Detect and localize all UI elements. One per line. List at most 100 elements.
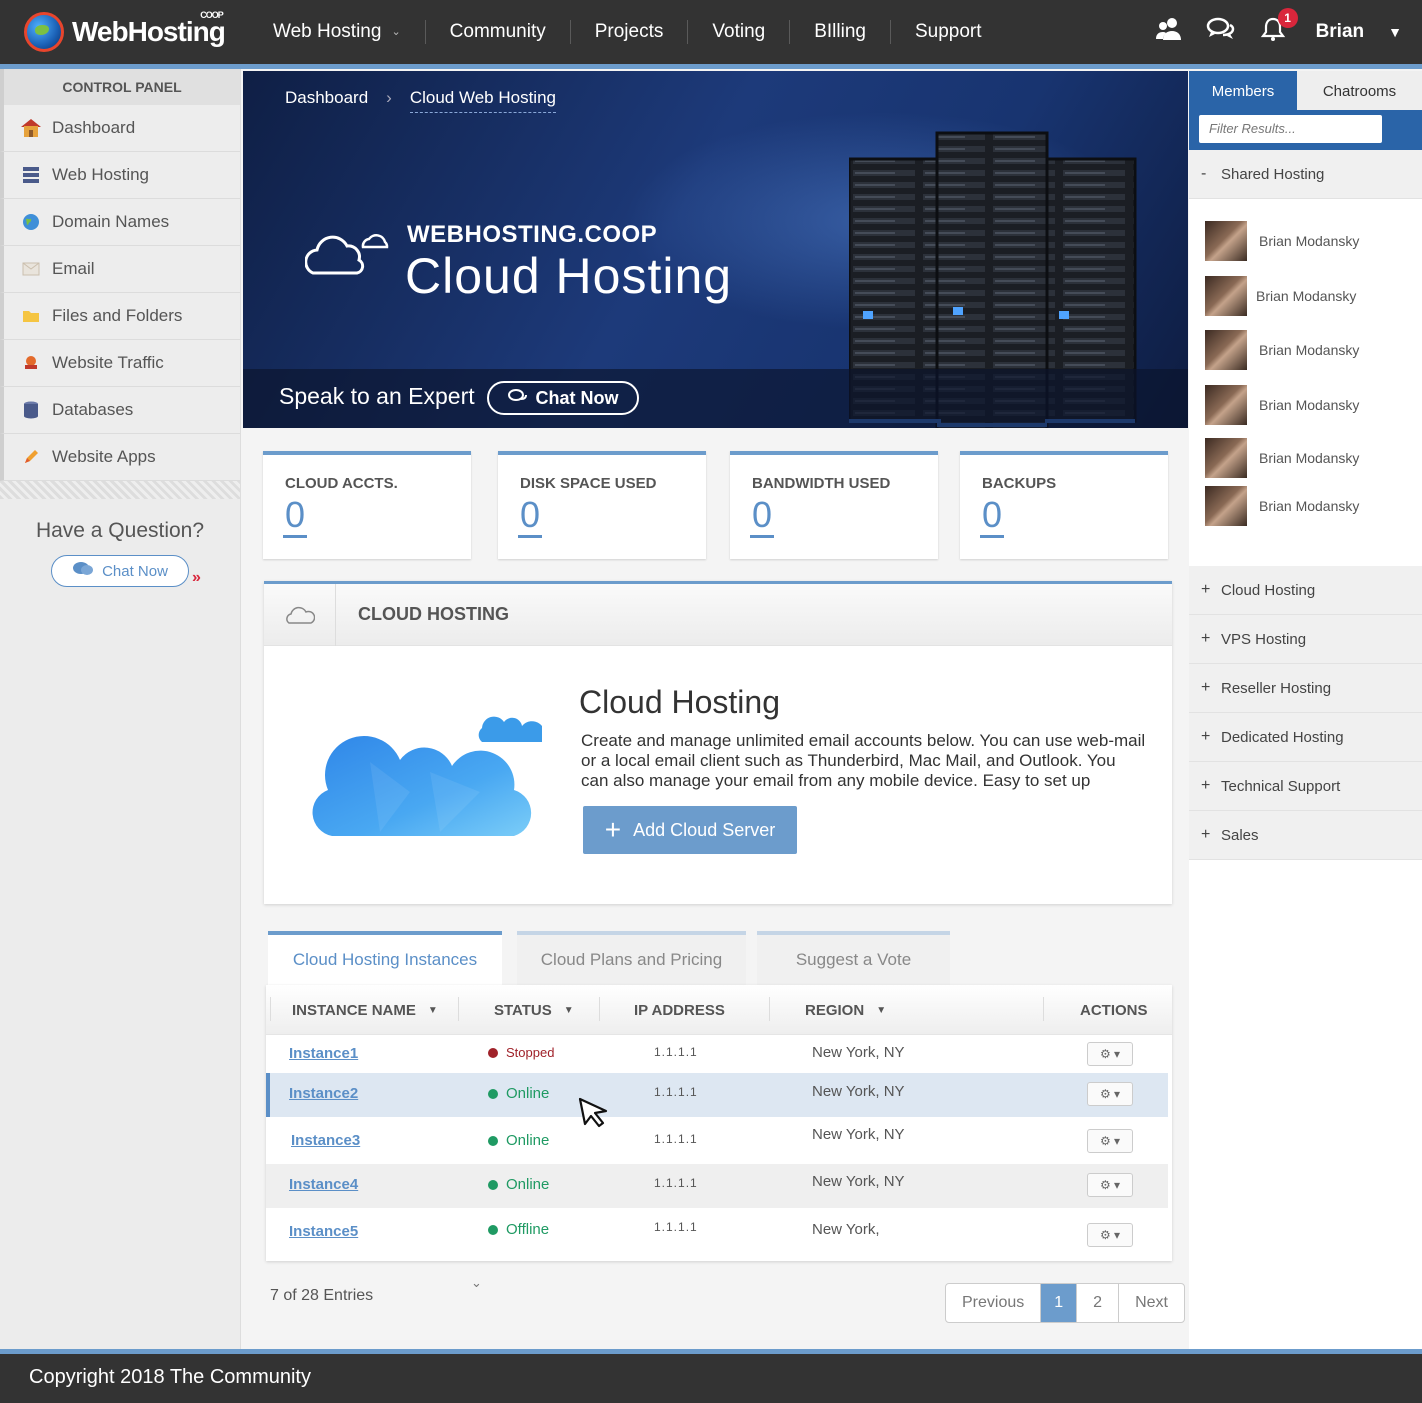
chevron-down-icon[interactable]: ⌄ [471, 1275, 482, 1291]
group-dedicated-hosting[interactable]: + Dedicated Hosting [1189, 713, 1422, 762]
pagination-page-2[interactable]: 2 [1077, 1284, 1120, 1322]
house-icon [20, 118, 42, 138]
breadcrumb-separator: › [386, 88, 392, 107]
panel-description: Create and manage unlimited email accoun… [581, 731, 1146, 790]
table-row[interactable]: Instance2 Online 1.1.1.1 New York, NY ⚙ … [266, 1073, 1168, 1117]
list-item[interactable]: Brian Modansky [1205, 330, 1415, 370]
list-item[interactable]: Brian Modansky [1205, 221, 1415, 261]
status-dot-icon [488, 1224, 498, 1235]
row-actions-button[interactable]: ⚙ ▾ [1087, 1173, 1133, 1197]
row-actions-button[interactable]: ⚙ ▾ [1087, 1129, 1133, 1153]
list-item[interactable]: Brian Modansky [1205, 276, 1415, 316]
banner-chat-now-button[interactable]: Chat Now [487, 381, 639, 415]
sort-caret-icon: ▼ [563, 1005, 574, 1016]
stat-value[interactable]: 0 [750, 495, 775, 538]
row-actions-button[interactable]: ⚙ ▾ [1087, 1223, 1133, 1247]
nav-voting[interactable]: Voting [688, 20, 791, 44]
tab-cloud-plans-pricing[interactable]: Cloud Plans and Pricing [517, 931, 746, 985]
ip-address: 1.1.1.1 [654, 1176, 698, 1190]
bell-icon[interactable]: 1 [1260, 7, 1298, 49]
sidebar-chat-now-button[interactable]: Chat Now [51, 555, 189, 587]
column-actions: ACTIONS [1080, 1002, 1148, 1019]
sidebar-item-dashboard[interactable]: Dashboard [0, 105, 240, 152]
expand-icon: + [1201, 777, 1211, 794]
table-row[interactable]: Instance3 Online 1.1.1.1 New York, NY ⚙ … [266, 1120, 1168, 1164]
column-region[interactable]: REGION ▼ [805, 1002, 886, 1019]
group-shared-hosting[interactable]: - Shared Hosting [1189, 150, 1422, 199]
list-item[interactable]: Brian Modansky [1205, 385, 1415, 425]
tab-chatrooms[interactable]: Chatrooms [1297, 71, 1422, 110]
instance-name-link[interactable]: Instance5 [289, 1223, 358, 1240]
list-item[interactable]: Brian Modansky [1205, 438, 1415, 478]
table-row[interactable]: Instance5 Offline 1.1.1.1 New York, ⚙ ▾ [266, 1211, 1168, 1255]
stat-value[interactable]: 0 [980, 495, 1005, 538]
sidebar-item-domain-names[interactable]: Domain Names [0, 199, 240, 246]
chat-bubbles-icon[interactable] [1206, 17, 1236, 48]
column-instance-name[interactable]: INSTANCE NAME ▼ [292, 1002, 438, 1019]
row-actions-button[interactable]: ⚙ ▾ [1087, 1082, 1133, 1106]
nav-projects[interactable]: Projects [571, 20, 689, 44]
row-actions-button[interactable]: ⚙ ▾ [1087, 1042, 1133, 1066]
stat-label: CLOUD ACCTS. [285, 475, 398, 492]
group-label: Dedicated Hosting [1221, 728, 1344, 746]
gear-icon: ⚙ ▾ [1099, 1134, 1121, 1148]
group-reseller-hosting[interactable]: + Reseller Hosting [1189, 664, 1422, 713]
status-dot-icon [488, 1179, 498, 1190]
tab-members[interactable]: Members [1189, 71, 1297, 110]
pagination-page-1[interactable]: 1 [1041, 1284, 1078, 1322]
nav-support[interactable]: Support [891, 20, 1006, 44]
plus-icon: + [604, 814, 622, 845]
table-row[interactable]: Instance1 Stopped 1.1.1.1 New York, NY ⚙… [266, 1033, 1168, 1077]
instances-table: INSTANCE NAME ▼ STATUS ▼ IP ADDRESS REGION… [266, 985, 1172, 1261]
banner-kicker: WEBHOSTING.COOP [407, 221, 658, 248]
status-text: Online [506, 1132, 550, 1149]
add-cloud-server-button[interactable]: + Add Cloud Server [583, 806, 797, 854]
more-arrows-icon[interactable]: » [192, 569, 201, 587]
filter-results-input[interactable]: Filter Results... [1199, 115, 1382, 143]
users-icon[interactable] [1155, 17, 1182, 48]
group-sales[interactable]: + Sales [1189, 811, 1422, 860]
sidebar-item-databases[interactable]: Databases [0, 387, 240, 434]
nav-billing[interactable]: BIlling [790, 20, 891, 44]
nav-community[interactable]: Community [426, 20, 571, 44]
mouse-pointer-icon [578, 1097, 610, 1134]
status-cell: Online [488, 1085, 549, 1102]
pagination-previous[interactable]: Previous [946, 1284, 1042, 1322]
ip-address: 1.1.1.1 [654, 1220, 698, 1234]
nav-label: BIlling [814, 21, 866, 42]
cloud-hosting-panel: CLOUD HOSTING Cloud Hosting Create and m… [264, 581, 1172, 904]
instance-name-link[interactable]: Instance2 [289, 1085, 358, 1102]
sidebar-item-website-apps[interactable]: Website Apps [0, 434, 240, 481]
ip-address: 1.1.1.1 [654, 1085, 698, 1099]
nav-web-hosting[interactable]: Web Hosting ⌄ [255, 20, 426, 44]
list-item[interactable]: Brian Modansky [1205, 486, 1415, 526]
sidebar-item-email[interactable]: Email [0, 246, 240, 293]
sidebar-item-files-folders[interactable]: Files and Folders [0, 293, 240, 340]
sidebar-item-web-hosting[interactable]: Web Hosting [0, 152, 240, 199]
main-nav: Web Hosting ⌄ Community Projects Voting B… [255, 0, 1006, 64]
pagination-next[interactable]: Next [1119, 1284, 1184, 1322]
sidebar-item-website-traffic[interactable]: Website Traffic [0, 340, 240, 387]
group-vps-hosting[interactable]: + VPS Hosting [1189, 615, 1422, 664]
group-technical-support[interactable]: + Technical Support [1189, 762, 1422, 811]
instance-name-link[interactable]: Instance1 [289, 1045, 358, 1062]
instance-name-link[interactable]: Instance4 [289, 1176, 358, 1193]
stat-value[interactable]: 0 [518, 495, 543, 538]
instance-name-link[interactable]: Instance3 [291, 1132, 360, 1149]
group-label: Sales [1221, 826, 1259, 844]
stat-value[interactable]: 0 [283, 495, 308, 538]
caret-down-icon[interactable]: ▼ [1388, 24, 1402, 40]
stat-backups: BACKUPS 0 [960, 451, 1168, 559]
chat-bubbles-icon [507, 388, 528, 409]
column-status[interactable]: STATUS ▼ [494, 1002, 574, 1019]
table-row[interactable]: Instance4 Online 1.1.1.1 New York, NY ⚙ … [266, 1164, 1168, 1208]
tab-suggest-vote[interactable]: Suggest a Vote [757, 931, 950, 985]
stat-label: DISK SPACE USED [520, 475, 657, 492]
group-cloud-hosting[interactable]: + Cloud Hosting [1189, 566, 1422, 615]
column-label: IP ADDRESS [634, 1002, 725, 1019]
logo[interactable]: WebHosting COOP [24, 10, 226, 52]
breadcrumb-dashboard[interactable]: Dashboard [285, 88, 368, 113]
tab-cloud-hosting-instances[interactable]: Cloud Hosting Instances [268, 931, 502, 985]
user-name[interactable]: Brian [1316, 21, 1365, 43]
nav-label: Support [914, 21, 982, 42]
